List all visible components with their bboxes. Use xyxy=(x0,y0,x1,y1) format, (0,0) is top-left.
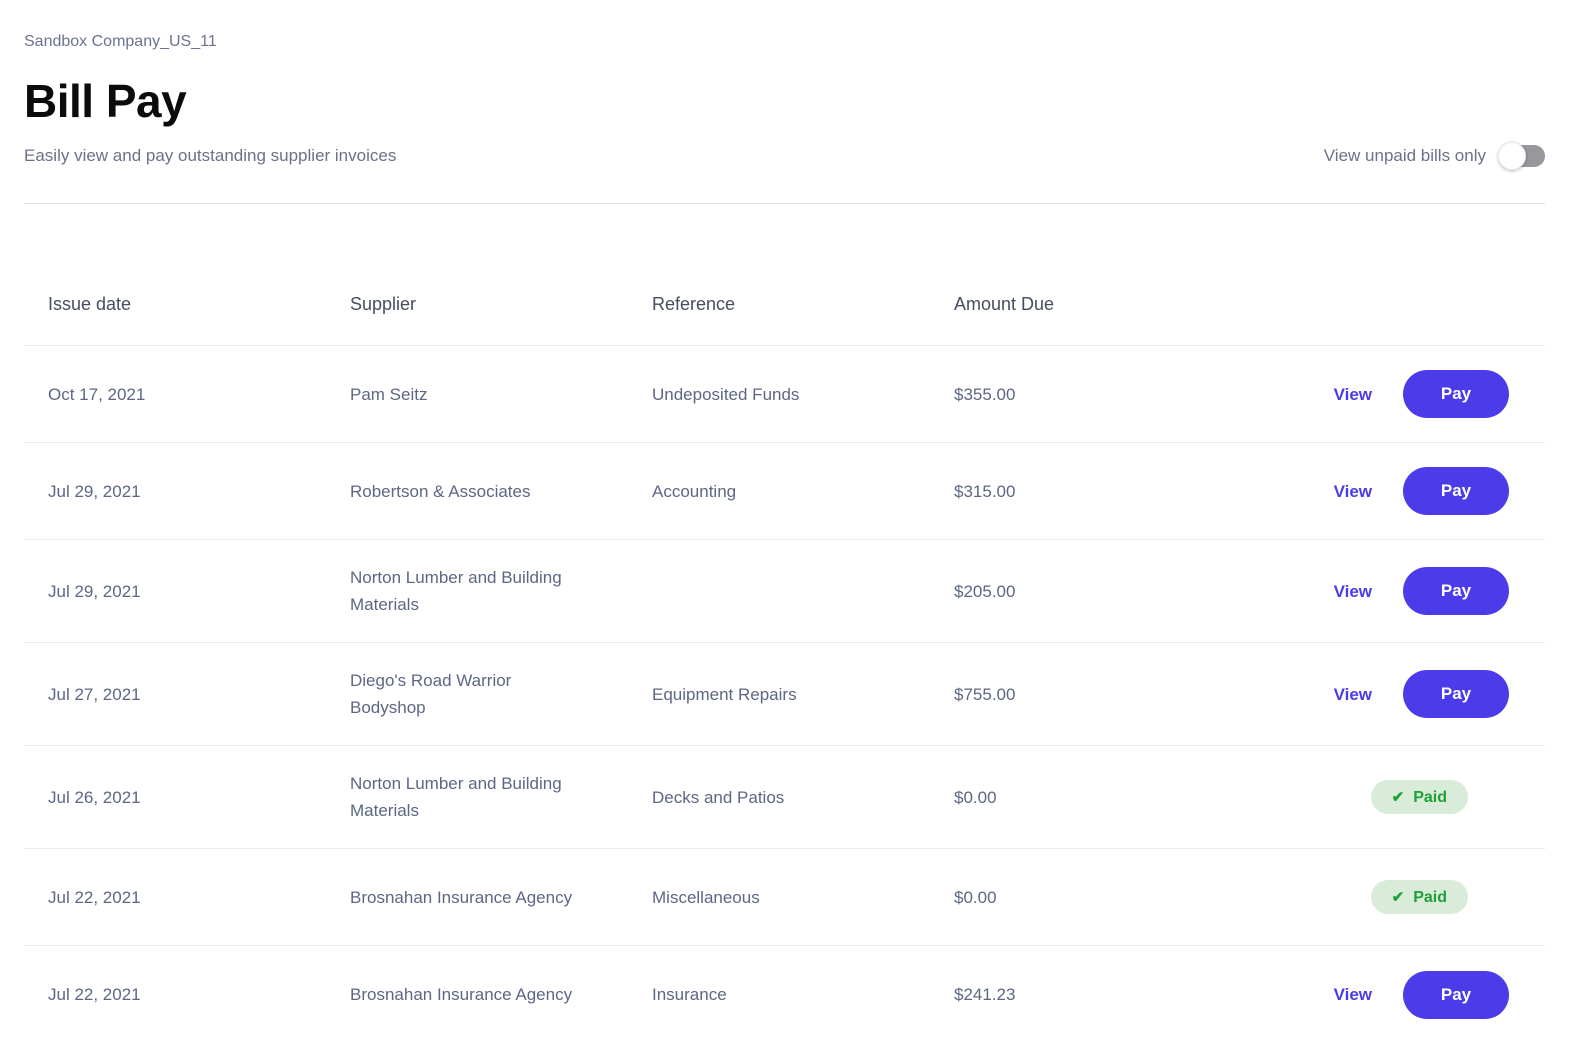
bill-row: Oct 17, 2021 Pam Seitz Undeposited Funds… xyxy=(24,346,1545,443)
subtitle-row: Easily view and pay outstanding supplier… xyxy=(24,142,1545,170)
reference-cell: Insurance xyxy=(652,985,727,1004)
issue-date-cell: Jul 22, 2021 xyxy=(48,887,141,907)
view-link[interactable]: View xyxy=(1334,681,1372,708)
row-actions-unpaid: View Pay xyxy=(1334,370,1509,418)
bills-table-header: Issue date Supplier Reference Amount Due xyxy=(24,204,1545,346)
supplier-cell: Norton Lumber and Building Materials xyxy=(350,568,562,614)
pay-button-label: Pay xyxy=(1440,684,1472,703)
reference-cell: Decks and Patios xyxy=(652,787,785,807)
paid-badge: ✔ Paid xyxy=(1370,780,1468,814)
reference-cell: Accounting xyxy=(652,481,737,501)
pay-button[interactable]: Pay xyxy=(1403,370,1509,418)
pay-button-label: Pay xyxy=(1440,384,1472,403)
column-header-issue-date: Issue date xyxy=(48,294,132,314)
reference-cell: Miscellaneous xyxy=(652,887,760,907)
paid-badge-label: Paid xyxy=(1413,888,1447,906)
supplier-cell: Norton Lumber and Building Materials xyxy=(350,774,562,820)
view-link[interactable]: View xyxy=(1334,478,1372,505)
bill-row: Jul 29, 2021 Norton Lumber and Building … xyxy=(24,540,1545,643)
unpaid-filter-group: View unpaid bills only xyxy=(1323,142,1545,170)
amount-due-cell: $241.23 xyxy=(954,985,1016,1004)
view-link[interactable]: View xyxy=(1334,381,1372,408)
row-actions-unpaid: View Pay xyxy=(1334,567,1509,615)
page-subtitle: Easily view and pay outstanding supplier… xyxy=(24,146,397,165)
view-link[interactable]: View xyxy=(1334,578,1372,605)
issue-date-cell: Jul 29, 2021 xyxy=(48,481,141,501)
reference-cell: Equipment Repairs xyxy=(652,684,797,704)
unpaid-toggle-label: View unpaid bills only xyxy=(1323,146,1486,165)
amount-due-cell: $0.00 xyxy=(954,887,997,907)
unpaid-toggle[interactable] xyxy=(1498,142,1545,170)
bill-pay-page: Sandbox Company_US_11 Bill Pay Easily vi… xyxy=(0,33,1569,1043)
page-title: Bill Pay xyxy=(24,75,187,127)
pay-button[interactable]: Pay xyxy=(1403,567,1509,615)
pay-button-label: Pay xyxy=(1440,581,1472,600)
row-actions: ✔ Paid xyxy=(1232,880,1545,914)
amount-due-cell: $755.00 xyxy=(954,684,1016,704)
issue-date-cell: Jul 27, 2021 xyxy=(48,684,141,704)
check-icon: ✔ xyxy=(1391,788,1405,806)
supplier-cell: Brosnahan Insurance Agency xyxy=(350,887,573,907)
amount-due-cell: $0.00 xyxy=(954,787,997,807)
pay-button[interactable]: Pay xyxy=(1403,670,1509,718)
bills-table-body: Oct 17, 2021 Pam Seitz Undeposited Funds… xyxy=(24,346,1545,1043)
row-actions: View Pay xyxy=(1232,370,1545,418)
toggle-knob-icon xyxy=(1498,142,1526,170)
view-link[interactable]: View xyxy=(1334,981,1372,1008)
supplier-cell: Pam Seitz xyxy=(350,384,428,404)
column-header-reference: Reference xyxy=(652,294,736,314)
row-actions-unpaid: View Pay xyxy=(1334,970,1509,1019)
issue-date-cell: Jul 26, 2021 xyxy=(48,787,141,807)
bill-row: Jul 27, 2021 Diego's Road Warrior Bodysh… xyxy=(24,643,1545,746)
bills-table: Issue date Supplier Reference Amount Due… xyxy=(24,204,1545,1043)
check-icon: ✔ xyxy=(1391,888,1405,906)
row-actions: View Pay xyxy=(1232,567,1545,615)
pay-button-label: Pay xyxy=(1440,984,1472,1004)
supplier-cell: Brosnahan Insurance Agency xyxy=(350,985,573,1004)
issue-date-cell: Oct 17, 2021 xyxy=(48,384,146,404)
bill-row: Jul 22, 2021 Brosnahan Insurance Agency … xyxy=(24,849,1545,946)
bill-row: Jul 26, 2021 Norton Lumber and Building … xyxy=(24,746,1545,849)
issue-date-cell: Jul 29, 2021 xyxy=(48,581,141,601)
supplier-cell: Robertson & Associates xyxy=(350,481,531,501)
row-actions: View Pay xyxy=(1232,670,1545,718)
row-actions: View Pay xyxy=(1232,467,1545,515)
supplier-cell: Diego's Road Warrior Bodyshop xyxy=(350,671,512,717)
bill-row: Jul 22, 2021 Brosnahan Insurance Agency … xyxy=(24,946,1545,1043)
column-header-amount-due: Amount Due xyxy=(954,294,1055,314)
paid-badge: ✔ Paid xyxy=(1370,880,1468,914)
row-actions: ✔ Paid xyxy=(1232,780,1545,814)
pay-button[interactable]: Pay xyxy=(1403,970,1509,1019)
amount-due-cell: $315.00 xyxy=(954,481,1016,501)
row-actions-unpaid: View Pay xyxy=(1334,467,1509,515)
column-header-supplier: Supplier xyxy=(350,294,417,314)
row-actions-unpaid: View Pay xyxy=(1334,670,1509,718)
bill-row: Jul 29, 2021 Robertson & Associates Acco… xyxy=(24,443,1545,540)
amount-due-cell: $355.00 xyxy=(954,384,1016,404)
amount-due-cell: $205.00 xyxy=(954,581,1016,601)
paid-badge-label: Paid xyxy=(1413,788,1447,806)
pay-button[interactable]: Pay xyxy=(1403,467,1509,515)
pay-button-label: Pay xyxy=(1440,481,1472,500)
row-actions: View Pay xyxy=(1232,970,1545,1019)
company-name: Sandbox Company_US_11 xyxy=(24,33,217,50)
reference-cell: Undeposited Funds xyxy=(652,384,800,404)
issue-date-cell: Jul 22, 2021 xyxy=(48,985,141,1004)
